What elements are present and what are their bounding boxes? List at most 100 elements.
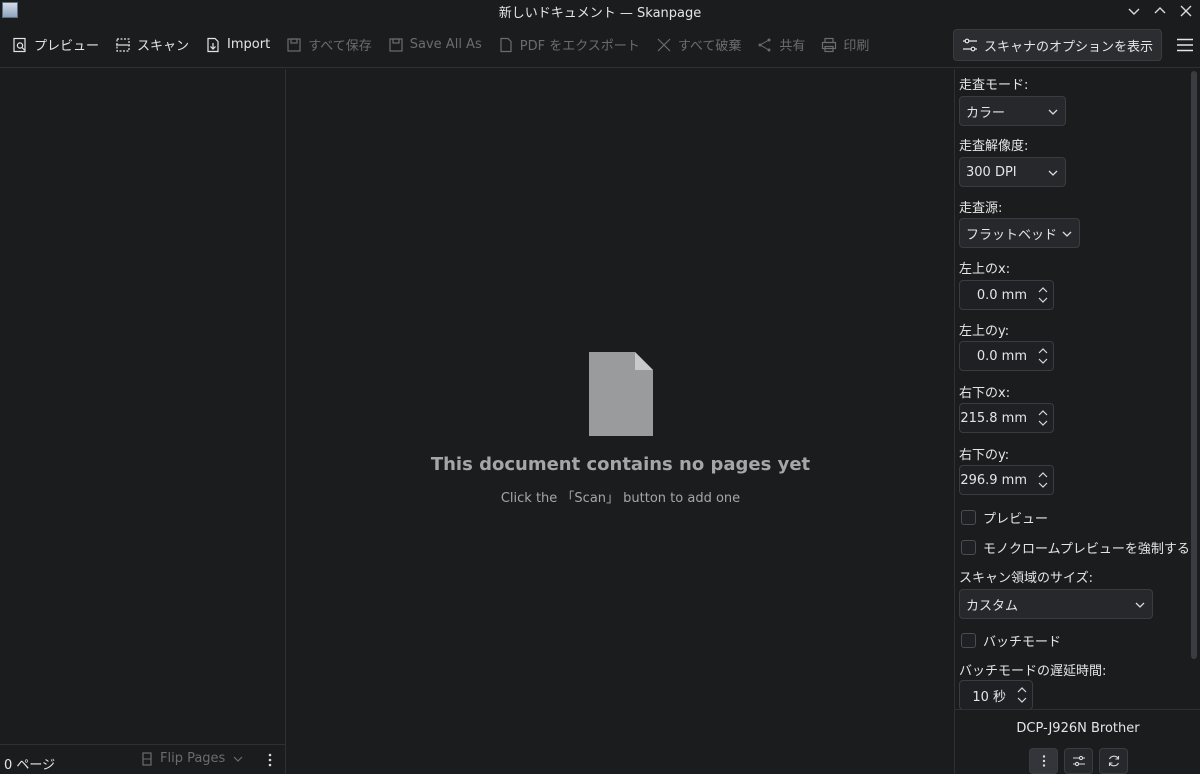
more-options-icon[interactable]: [262, 752, 278, 768]
device-name: DCP-J926N Brother: [1016, 721, 1140, 736]
batch-mode-checkbox[interactable]: [961, 633, 976, 648]
chevron-down-icon: [1048, 170, 1058, 176]
area-size-value: カスタム: [966, 598, 1019, 614]
spin-arrows-icon[interactable]: [1037, 346, 1049, 366]
sliders-icon: [962, 38, 977, 52]
source-label: 走査源:: [959, 201, 1003, 216]
window-controls: [1126, 0, 1194, 22]
preview-icon: [13, 37, 26, 52]
close-icon[interactable]: [1178, 3, 1194, 19]
bottom-right-y-value: 296.9 mm: [960, 472, 1027, 488]
spin-arrows-icon[interactable]: [1037, 408, 1049, 428]
discard-all-button[interactable]: すべて破棄: [648, 29, 750, 61]
device-refresh-button[interactable]: [1099, 748, 1128, 774]
import-icon: [207, 37, 219, 52]
refresh-icon: [1108, 755, 1119, 767]
chevron-down-icon: [1062, 231, 1072, 237]
bottom-right-y-label: 右下のy:: [959, 448, 1010, 463]
top-left-x-label: 左上のx:: [959, 262, 1011, 277]
print-button[interactable]: 印刷: [813, 29, 877, 61]
discard-icon: [657, 38, 671, 51]
scanner-options-panel: 走査モード: カラー 走査解像度: 300 DPI 走査源: フラットベッド 左…: [954, 69, 1200, 774]
main-toolbar: プレビュー スキャン Import すべて保存 Save All As PDF …: [0, 22, 1200, 68]
options-scroll-area: 走査モード: カラー 走査解像度: 300 DPI 走査源: フラットベッド 左…: [955, 69, 1191, 709]
chevron-down-icon: [1048, 109, 1058, 115]
area-size-select[interactable]: カスタム: [959, 589, 1153, 619]
mono-preview-checkbox-row[interactable]: モノクロームプレビューを強制する: [961, 538, 1190, 557]
flip-icon: [142, 751, 152, 766]
device-settings-button[interactable]: [1064, 748, 1093, 774]
export-pdf-button[interactable]: PDF をエクスポート: [490, 29, 648, 61]
document-view: This document contains no pages yet Clic…: [287, 69, 954, 774]
share-label: 共有: [779, 39, 806, 54]
scan-mode-select[interactable]: カラー: [959, 96, 1066, 126]
resolution-select[interactable]: 300 DPI: [959, 157, 1066, 187]
scanner-options-button[interactable]: スキャナのオプションを表示: [952, 29, 1162, 61]
device-area: DCP-J926N Brother: [955, 709, 1200, 774]
import-label: Import: [227, 37, 271, 52]
empty-state: This document contains no pages yet Clic…: [287, 352, 954, 506]
spin-arrows-icon[interactable]: [1037, 285, 1049, 305]
top-left-x-value: 0.0 mm: [976, 287, 1027, 303]
minimize-icon[interactable]: [1126, 3, 1142, 19]
more-options-icon: [1042, 755, 1045, 767]
import-button[interactable]: Import: [197, 29, 278, 61]
scanner-options-label: スキャナのオプションを表示: [983, 39, 1153, 55]
page-count: 0 ページ: [4, 758, 56, 773]
discard-all-label: すべて破棄: [677, 39, 742, 54]
preview-checkbox[interactable]: [961, 510, 976, 525]
spin-arrows-icon[interactable]: [1016, 685, 1028, 705]
bottom-right-x-spinbox[interactable]: 215.8 mm: [959, 403, 1054, 433]
share-button[interactable]: 共有: [749, 29, 813, 61]
save-as-icon: [389, 37, 403, 52]
document-icon: [588, 352, 653, 436]
maximize-icon[interactable]: [1152, 3, 1168, 19]
mono-preview-checkbox[interactable]: [961, 540, 976, 555]
batch-delay-spinbox[interactable]: 10 秒: [959, 680, 1033, 709]
spin-arrows-icon[interactable]: [1037, 470, 1049, 490]
scan-mode-label: 走査モード:: [959, 78, 1029, 93]
save-all-label: すべて保存: [308, 39, 372, 54]
scan-mode-value: カラー: [966, 105, 1006, 121]
preview-checkbox-label: プレビュー: [983, 512, 1049, 527]
export-pdf-label: PDF をエクスポート: [519, 39, 640, 54]
title-bar: 新しいドキュメント — Skanpage: [0, 0, 1200, 22]
scan-button[interactable]: スキャン: [107, 29, 197, 61]
pdf-icon: [500, 37, 512, 52]
device-buttons: [1029, 748, 1128, 774]
hamburger-menu-icon[interactable]: [1170, 29, 1200, 61]
window-title: 新しいドキュメント — Skanpage: [498, 5, 702, 21]
mono-preview-checkbox-label: モノクロームプレビューを強制する: [983, 542, 1190, 557]
bottom-right-y-spinbox[interactable]: 296.9 mm: [959, 465, 1054, 495]
device-more-button[interactable]: [1029, 748, 1058, 774]
top-left-y-label: 左上のy:: [959, 324, 1010, 339]
flip-pages-button[interactable]: Flip Pages: [140, 751, 249, 766]
bottom-right-x-label: 右下のx:: [959, 386, 1011, 401]
save-all-as-label: Save All As: [409, 37, 482, 52]
skanpage-window: 新しいドキュメント — Skanpage プレビュー スキャン Import す…: [0, 0, 1200, 774]
empty-title: This document contains no pages yet: [430, 454, 811, 475]
preview-button[interactable]: プレビュー: [4, 29, 107, 61]
save-all-as-button[interactable]: Save All As: [380, 29, 490, 61]
source-select[interactable]: フラットベッド: [959, 218, 1080, 248]
top-left-y-value: 0.0 mm: [976, 348, 1027, 364]
save-icon: [287, 37, 301, 52]
flip-pages-label: Flip Pages: [160, 751, 226, 766]
area-size-label: スキャン領域のサイズ:: [959, 571, 1093, 586]
page-list-footer: 0 ページ Flip Pages: [0, 744, 286, 774]
save-all-button[interactable]: すべて保存: [278, 29, 380, 61]
print-icon: [822, 37, 837, 52]
batch-mode-checkbox-label: バッチモード: [983, 635, 1062, 650]
top-left-y-spinbox[interactable]: 0.0 mm: [959, 341, 1054, 371]
batch-delay-value: 10 秒: [972, 689, 1006, 705]
chevron-down-icon: [233, 756, 243, 762]
options-scrollbar[interactable]: [1191, 71, 1197, 659]
sliders-icon: [1072, 755, 1085, 767]
top-left-x-spinbox[interactable]: 0.0 mm: [959, 280, 1054, 310]
batch-mode-checkbox-row[interactable]: バッチモード: [961, 631, 1061, 650]
share-icon: [758, 38, 771, 51]
scan-icon: [116, 37, 131, 52]
preview-checkbox-row[interactable]: プレビュー: [961, 508, 1048, 527]
resolution-label: 走査解像度:: [959, 139, 1029, 154]
scan-label: スキャン: [137, 39, 190, 54]
